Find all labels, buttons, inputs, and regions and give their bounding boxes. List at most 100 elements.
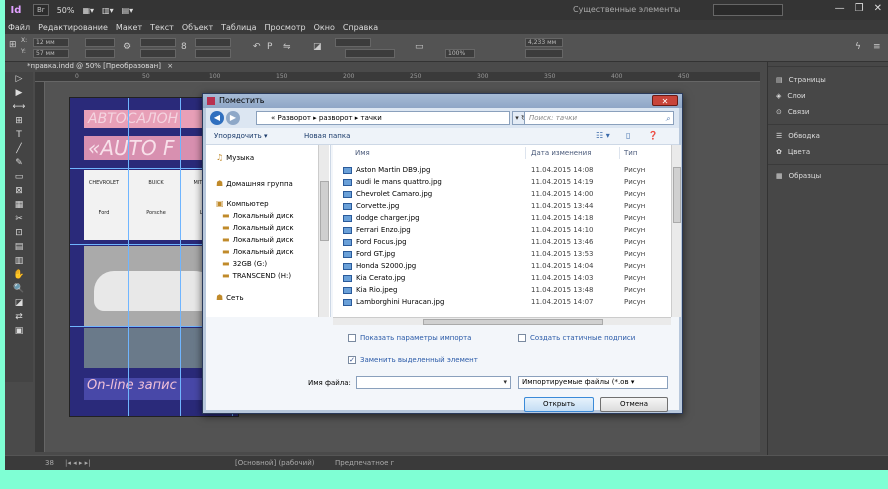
tool-icon[interactable]: ▭	[5, 170, 33, 184]
create-captions-checkbox[interactable]: Создать статичные подписи	[518, 334, 658, 343]
tool-icon[interactable]: T	[5, 128, 33, 142]
nav-item[interactable]: ♫ Музыка	[216, 153, 254, 162]
file-row[interactable]: Ferrari Enzo.jpg 11.04.2015 14:10 Рисун	[343, 225, 668, 237]
tool-icon[interactable]: ▤	[5, 240, 33, 254]
column-date[interactable]: Дата изменения	[531, 149, 591, 157]
view-options-icon[interactable]: ▦▾	[82, 6, 94, 15]
panel-stroke[interactable]: ☰ Обводка	[776, 132, 820, 140]
filename-input[interactable]: ▾	[356, 376, 511, 389]
menu-object[interactable]: Объект	[182, 23, 213, 32]
chevron-down-icon[interactable]: ▾	[503, 378, 507, 386]
panel-pages[interactable]: ▤ Страницы	[776, 76, 826, 84]
minimize-icon[interactable]: —	[835, 3, 845, 14]
replace-selected-checkbox[interactable]: ✓ Заменить выделенный элемент	[348, 356, 498, 365]
new-folder-button[interactable]: Новая папка	[304, 132, 350, 140]
tool-icon[interactable]: ⟷	[5, 100, 33, 114]
file-row[interactable]: Aston Martin DB9.jpg 11.04.2015 14:08 Рису…	[343, 165, 668, 177]
tool-icon[interactable]: ⊞	[5, 114, 33, 128]
horizontal-scrollbar[interactable]	[333, 317, 671, 325]
tool-icon[interactable]: ▷	[5, 72, 33, 86]
link-icon[interactable]: 8	[181, 42, 187, 52]
forward-arrow-icon[interactable]: ▶	[226, 111, 240, 125]
stroke-weight-field[interactable]	[335, 38, 371, 47]
page-nav-icon[interactable]: |◂ ◂ ▸ ▸|	[65, 459, 90, 467]
panel-links[interactable]: ⊙ Связи	[776, 108, 809, 116]
file-row[interactable]: audi le mans quattro.jpg 11.04.2015 14:19…	[343, 177, 668, 189]
file-scrollbar[interactable]	[671, 145, 681, 317]
menu-help[interactable]: Справка	[343, 23, 378, 32]
back-arrow-icon[interactable]: ◀	[210, 111, 224, 125]
scale-x-field[interactable]	[140, 38, 176, 47]
menu-layout[interactable]: Макет	[116, 23, 142, 32]
scale-y-field[interactable]	[140, 49, 176, 58]
tool-icon[interactable]: ⊡	[5, 226, 33, 240]
panel-layers[interactable]: ◈ Слои	[776, 92, 806, 100]
file-row[interactable]: Corvette.jpg 11.04.2015 13:44 Рисун	[343, 201, 668, 213]
file-row[interactable]: Ford Focus.jpg 11.04.2015 13:46 Рисун	[343, 237, 668, 249]
nav-item[interactable]: ▣ Компьютер	[216, 199, 269, 208]
restore-icon[interactable]: ❐	[855, 3, 864, 14]
tool-icon[interactable]: ✎	[5, 156, 33, 170]
constrain-icon[interactable]: ⚙	[123, 42, 131, 52]
close-icon[interactable]: ✕	[874, 3, 882, 14]
tool-icon[interactable]: ✂	[5, 212, 33, 226]
organize-button[interactable]: Упорядочить ▾	[214, 132, 268, 140]
fill-swatch-icon[interactable]: ◪	[313, 42, 322, 52]
frame-fit-icon[interactable]: ▭	[415, 42, 424, 52]
tool-icon[interactable]: ▣	[5, 324, 33, 338]
gap-color-field[interactable]	[525, 49, 563, 58]
menu-table[interactable]: Таблица	[221, 23, 256, 32]
file-type-select[interactable]: Импортируемые файлы (*.ов ▾	[518, 376, 668, 389]
dialog-search-input[interactable]: Поиск: тачки ⌕	[524, 111, 674, 125]
dialog-close-icon[interactable]: ✕	[652, 95, 678, 106]
page-number-field[interactable]: 38	[45, 459, 54, 467]
help-icon[interactable]: ❓	[648, 131, 658, 140]
cancel-button[interactable]: Отмена	[600, 397, 668, 412]
show-import-options-checkbox[interactable]: Показать параметры импорта	[348, 334, 498, 343]
nav-item[interactable]: ▬ Локальный диск	[222, 247, 294, 256]
menu-edit[interactable]: Редактирование	[38, 23, 108, 32]
file-row[interactable]: Kia Cerato.jpg 11.04.2015 14:03 Рисун	[343, 273, 668, 285]
shear-field[interactable]	[195, 49, 231, 58]
rotation-field[interactable]	[195, 38, 231, 47]
horizontal-scroll-thumb[interactable]	[423, 319, 603, 325]
paragraph-icon[interactable]: P	[267, 42, 272, 52]
nav-scroll-thumb[interactable]	[320, 181, 329, 241]
tool-icon[interactable]: ▶	[5, 86, 33, 100]
panel-menu-icon[interactable]: ≡	[873, 42, 881, 52]
screen-mode-icon[interactable]: ▥▾	[102, 6, 114, 15]
stroke-style-field[interactable]	[345, 49, 395, 58]
nav-scrollbar[interactable]	[318, 145, 329, 317]
column-type[interactable]: Тип	[624, 149, 637, 157]
opacity-field[interactable]: 100%	[445, 49, 475, 58]
zoom-dropdown[interactable]: 50%	[57, 6, 75, 15]
nav-item[interactable]: ▬ TRANSCEND (H:)	[222, 271, 291, 280]
reference-point-icon[interactable]: ⊞	[9, 40, 17, 50]
guide-line[interactable]	[128, 98, 129, 416]
bridge-button[interactable]: Br	[33, 4, 49, 16]
column-name[interactable]: Имя	[355, 149, 370, 157]
transform-icon[interactable]: ↶	[253, 42, 261, 52]
view-mode-icon[interactable]: ☷ ▾	[596, 131, 610, 140]
address-bar[interactable]: « Разворот ▸ разворот ▸ тачки	[256, 111, 510, 125]
file-row[interactable]: Honda S2000.jpg 11.04.2015 14:04 Рисун	[343, 261, 668, 273]
document-close-icon[interactable]: ×	[167, 62, 173, 70]
panel-color[interactable]: ✿ Цвета	[776, 148, 810, 156]
tool-icon[interactable]: ⊠	[5, 184, 33, 198]
menu-type[interactable]: Текст	[150, 23, 174, 32]
tool-icon[interactable]: ▦	[5, 198, 33, 212]
preview-pane-icon[interactable]: ▯	[626, 131, 630, 140]
file-scroll-thumb[interactable]	[673, 167, 681, 223]
guide-line[interactable]	[180, 98, 181, 416]
workspace-dropdown[interactable]: Существенные элементы	[573, 5, 680, 14]
tool-icon[interactable]: 🔍	[5, 282, 33, 296]
file-row[interactable]: Kia Rio.jpeg 11.04.2015 13:48 Рисун	[343, 285, 668, 297]
nav-item[interactable]: ▬ Локальный диск	[222, 235, 294, 244]
tool-icon[interactable]: ✋	[5, 268, 33, 282]
nav-item[interactable]: ▬ 32GB (G:)	[222, 259, 267, 268]
preflight-status[interactable]: Предпечатное г	[335, 459, 394, 467]
y-position-field[interactable]: 57 мм	[33, 49, 69, 58]
menu-window[interactable]: Окно	[314, 23, 335, 32]
lightning-icon[interactable]: ϟ	[855, 42, 861, 52]
stroke-size-field[interactable]: 4,233 мм	[525, 38, 563, 47]
